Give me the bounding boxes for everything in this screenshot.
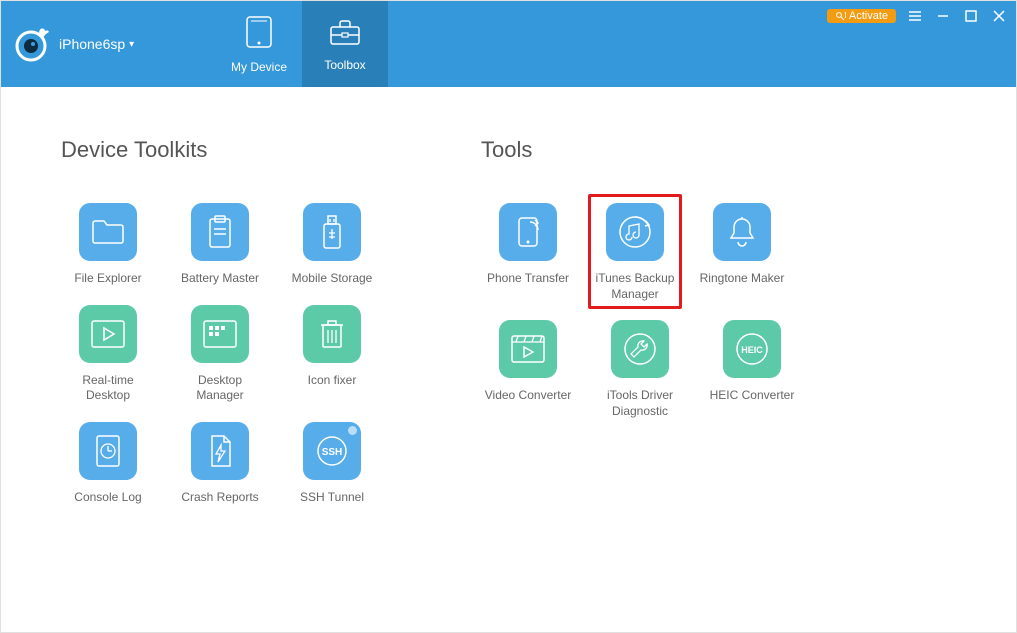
tile-mobile-storage[interactable]: Mobile Storage <box>285 203 379 287</box>
folder-icon <box>79 203 137 261</box>
status-dot-icon <box>348 426 357 435</box>
tab-label: Toolbox <box>324 58 365 72</box>
section-title: Device Toolkits <box>61 137 381 163</box>
tile-itunes-backup-manager[interactable]: iTunes Backup Manager <box>588 194 682 309</box>
close-icon[interactable] <box>990 7 1008 25</box>
usb-icon <box>303 203 361 261</box>
header-tabs: My Device Toolbox <box>216 1 388 87</box>
app-header: iPhone6sp My Device <box>1 1 1016 87</box>
tile-label: Ringtone Maker <box>700 271 785 287</box>
tools-section: Tools Phone Transfer iTunes Backup Manag… <box>481 137 801 505</box>
bolt-file-icon <box>191 422 249 480</box>
menu-icon[interactable] <box>906 7 924 25</box>
tile-icon-fixer[interactable]: Icon fixer <box>285 305 379 404</box>
clock-file-icon <box>79 422 137 480</box>
ssh-icon: SSH <box>303 422 361 480</box>
app-logo-icon <box>11 24 51 64</box>
tile-label: Battery Master <box>181 271 259 287</box>
tile-file-explorer[interactable]: File Explorer <box>61 203 155 287</box>
wrench-circle-icon <box>611 320 669 378</box>
main-content: Device Toolkits File Explorer Battery Ma… <box>1 87 1016 525</box>
tile-label: Desktop Manager <box>173 373 267 404</box>
tile-battery-master[interactable]: Battery Master <box>173 203 267 287</box>
clipboard-icon <box>191 203 249 261</box>
tab-my-device[interactable]: My Device <box>216 1 302 87</box>
trash-icon <box>303 305 361 363</box>
tab-label: My Device <box>231 60 287 74</box>
heic-icon: HEIC <box>723 320 781 378</box>
tile-heic-converter[interactable]: HEIC HEIC Converter <box>705 320 799 419</box>
tile-ssh-tunnel[interactable]: SSH SSH Tunnel <box>285 422 379 506</box>
device-toolkits-grid: File Explorer Battery Master Mobile Stor… <box>61 203 381 505</box>
apps-grid-icon <box>191 305 249 363</box>
tile-console-log[interactable]: Console Log <box>61 422 155 506</box>
tile-realtime-desktop[interactable]: Real-time Desktop <box>61 305 155 404</box>
bell-icon <box>713 203 771 261</box>
tools-grid: Phone Transfer iTunes Backup Manager Rin… <box>481 203 801 419</box>
device-toolkits-section: Device Toolkits File Explorer Battery Ma… <box>61 137 381 505</box>
toolbox-icon <box>328 17 362 50</box>
tile-label: HEIC Converter <box>710 388 795 404</box>
tile-label: Crash Reports <box>181 490 258 506</box>
tile-label: Real-time Desktop <box>61 373 155 404</box>
tile-crash-reports[interactable]: Crash Reports <box>173 422 267 506</box>
tile-label: iTools Driver Diagnostic <box>593 388 687 419</box>
tab-toolbox[interactable]: Toolbox <box>302 1 388 87</box>
section-title: Tools <box>481 137 801 163</box>
film-icon <box>499 320 557 378</box>
tile-label: Phone Transfer <box>487 271 569 287</box>
tile-label: SSH Tunnel <box>300 490 364 506</box>
tile-label: File Explorer <box>74 271 141 287</box>
activate-label: Activate <box>849 10 888 22</box>
tile-label: Mobile Storage <box>292 271 373 287</box>
maximize-icon[interactable] <box>962 7 980 25</box>
svg-text:HEIC: HEIC <box>741 345 763 355</box>
tile-label: Icon fixer <box>308 373 357 389</box>
tile-ringtone-maker[interactable]: Ringtone Maker <box>695 203 789 302</box>
activate-button[interactable]: Activate <box>827 9 896 23</box>
music-refresh-icon <box>606 203 664 261</box>
tablet-icon <box>245 15 273 52</box>
tile-video-converter[interactable]: Video Converter <box>481 320 575 419</box>
minimize-icon[interactable] <box>934 7 952 25</box>
tile-driver-diagnostic[interactable]: iTools Driver Diagnostic <box>593 320 687 419</box>
device-selector[interactable]: iPhone6sp <box>59 36 134 52</box>
tile-label: Video Converter <box>485 388 572 404</box>
svg-text:SSH: SSH <box>322 447 343 458</box>
logo-area: iPhone6sp <box>1 1 216 87</box>
play-screen-icon <box>79 305 137 363</box>
window-controls: Activate <box>827 7 1008 25</box>
tile-phone-transfer[interactable]: Phone Transfer <box>481 203 575 302</box>
tile-label: Console Log <box>74 490 141 506</box>
tile-label: iTunes Backup Manager <box>593 271 677 302</box>
phone-transfer-icon <box>499 203 557 261</box>
tile-desktop-manager[interactable]: Desktop Manager <box>173 305 267 404</box>
